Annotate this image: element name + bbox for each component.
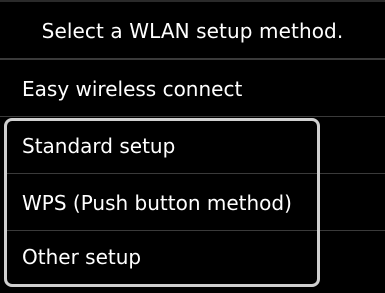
menu-item-label: WPS (Push button method) (22, 190, 292, 215)
menu-divider (320, 173, 385, 174)
menu-item-label: Easy wireless connect (22, 77, 243, 101)
menu-item-easy-wireless-connect[interactable]: Easy wireless connect (0, 62, 385, 117)
menu-item-other-setup[interactable]: Other setup (2, 231, 320, 283)
menu-item-standard-setup[interactable]: Standard setup (2, 120, 320, 172)
menu-divider (7, 173, 317, 174)
menu-item-wps-push-button[interactable]: WPS (Push button method) (2, 175, 320, 230)
screen-header: Select a WLAN setup method. (0, 0, 385, 60)
menu-item-label: Other setup (22, 245, 142, 269)
menu-divider (320, 230, 385, 231)
wlan-setup-screen: Select a WLAN setup method. Easy wireles… (0, 0, 385, 293)
menu-item-label: Standard setup (22, 134, 176, 158)
page-title: Select a WLAN setup method. (41, 19, 344, 43)
